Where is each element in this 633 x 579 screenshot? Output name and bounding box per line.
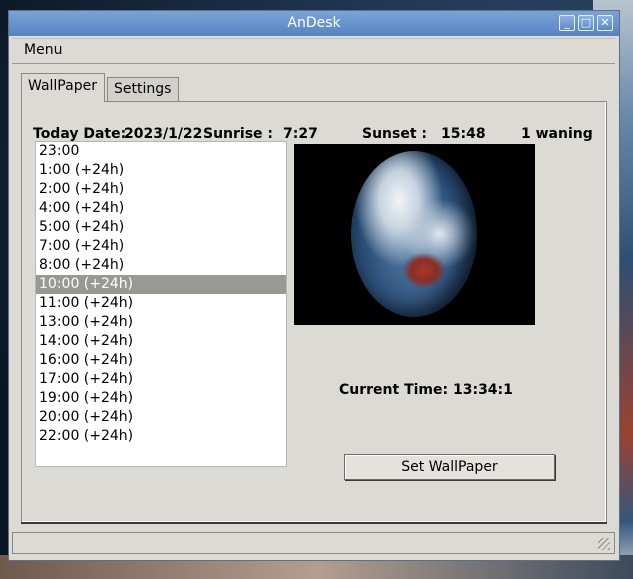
tab-wallpaper[interactable]: WallPaper xyxy=(21,73,105,102)
maximize-icon[interactable]: □ xyxy=(578,15,594,31)
sunset-value: 15:48 xyxy=(441,126,486,142)
resize-grip-icon[interactable] xyxy=(598,538,610,550)
list-item[interactable]: 11:00 (+24h) xyxy=(36,294,286,313)
list-item[interactable]: 13:00 (+24h) xyxy=(36,313,286,332)
panel-divider xyxy=(21,522,607,524)
set-wallpaper-button[interactable]: Set WallPaper xyxy=(344,454,555,480)
close-icon[interactable]: ✕ xyxy=(597,15,613,31)
list-item[interactable]: 16:00 (+24h) xyxy=(36,351,286,370)
schedule-time-list[interactable]: 23:00 1:00 (+24h) 2:00 (+24h) 4:00 (+24h) 5:… xyxy=(35,141,287,467)
app-window: AnDesk _ □ ✕ Menu WallPaper Settings Tod… xyxy=(8,10,620,561)
menu-button[interactable]: Menu xyxy=(24,42,62,58)
sunrise-value: 7:27 xyxy=(283,126,318,142)
window-title: AnDesk xyxy=(287,15,341,31)
list-item[interactable]: 20:00 (+24h) xyxy=(36,408,286,427)
list-item[interactable]: 23:00 xyxy=(36,142,286,161)
tab-settings[interactable]: Settings xyxy=(107,77,179,101)
status-bar xyxy=(12,532,615,554)
list-item[interactable]: 14:00 (+24h) xyxy=(36,332,286,351)
list-item[interactable]: 10:00 (+24h) xyxy=(36,275,286,294)
list-item[interactable]: 5:00 (+24h) xyxy=(36,218,286,237)
wallpaper-preview xyxy=(294,144,535,325)
today-date-label: Today Date: xyxy=(33,126,127,142)
list-item[interactable]: 4:00 (+24h) xyxy=(36,199,286,218)
current-time: Current Time: 13:34:1 xyxy=(339,382,513,398)
list-item[interactable]: 8:00 (+24h) xyxy=(36,256,286,275)
menu-bar: Menu xyxy=(12,38,615,64)
moon-phase: 1 waning xyxy=(521,126,593,142)
sunset-label: Sunset : xyxy=(362,126,428,142)
title-bar[interactable]: AnDesk _ □ ✕ xyxy=(9,11,619,36)
list-item[interactable]: 1:00 (+24h) xyxy=(36,161,286,180)
list-item[interactable]: 17:00 (+24h) xyxy=(36,370,286,389)
earth-image xyxy=(351,151,477,317)
minimize-icon[interactable]: _ xyxy=(559,15,575,31)
list-item[interactable]: 19:00 (+24h) xyxy=(36,389,286,408)
sunrise-label: Sunrise : xyxy=(203,126,274,142)
list-item[interactable]: 22:00 (+24h) xyxy=(36,427,286,446)
today-date-value: 2023/1/22 xyxy=(124,126,203,142)
list-item[interactable]: 7:00 (+24h) xyxy=(36,237,286,256)
list-item[interactable]: 2:00 (+24h) xyxy=(36,180,286,199)
